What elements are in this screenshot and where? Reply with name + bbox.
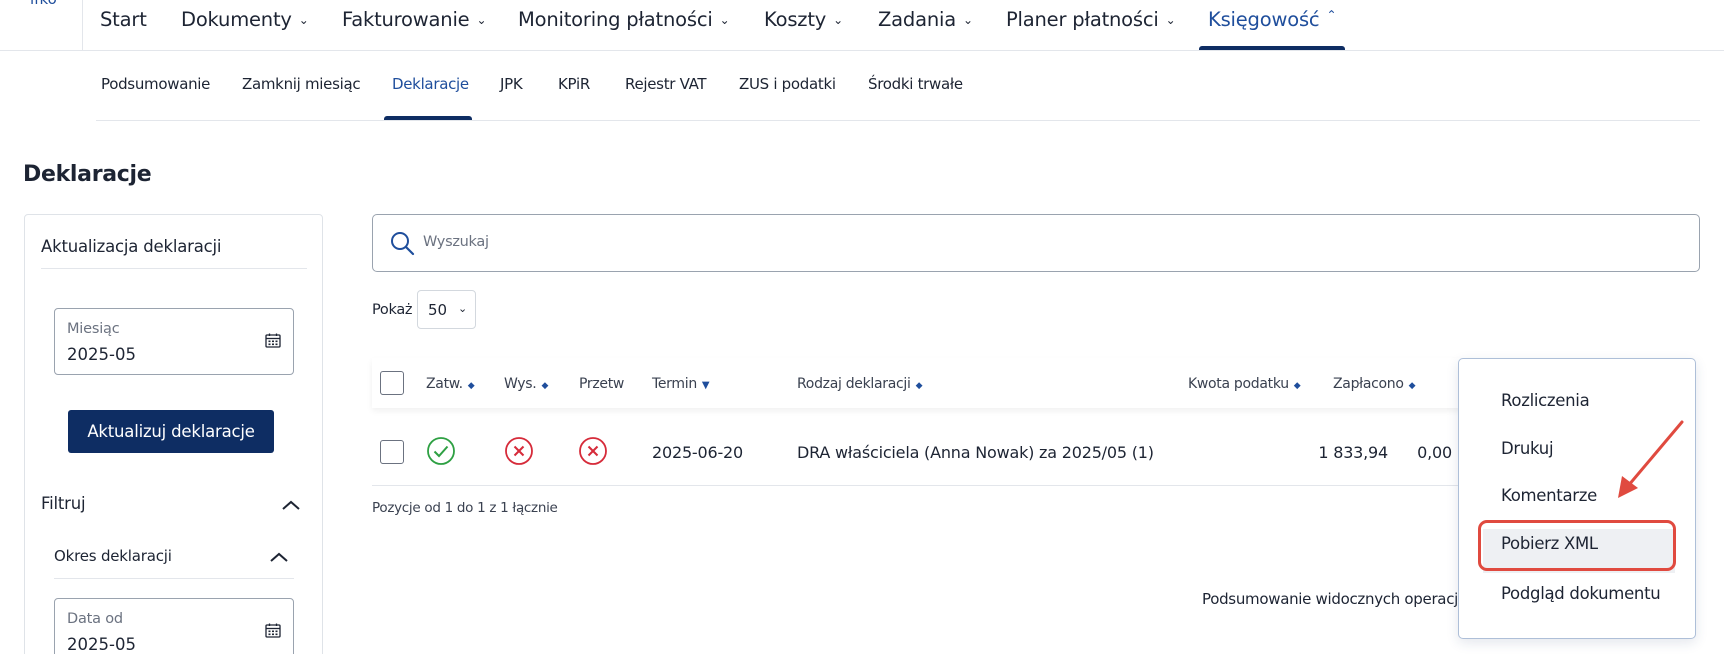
- menu-item-rozliczenia[interactable]: Rozliczenia: [1501, 391, 1590, 410]
- chevron-up-icon: ⌃: [1326, 8, 1337, 22]
- nav-active-indicator: [1199, 46, 1345, 50]
- tab-podsumowanie[interactable]: Podsumowanie: [101, 75, 210, 93]
- chevron-up-icon[interactable]: [269, 551, 289, 563]
- page-size-select[interactable]: 50 ⌄: [417, 290, 476, 329]
- page-size-label: Pokaż: [372, 302, 413, 318]
- x-circle-icon: [505, 437, 533, 465]
- column-header-processed[interactable]: Przetw: [579, 376, 624, 392]
- cell-declaration-type: DRA właściciela (Anna Nowak) za 2025/05 …: [797, 443, 1154, 462]
- cell-paid: 0,00: [1417, 443, 1452, 462]
- menu-item-podglad-dokumentu[interactable]: Podgląd dokumentu: [1501, 584, 1661, 603]
- date-from-field-label: Data od: [67, 611, 123, 627]
- column-header-approved[interactable]: Zatw. ◆: [426, 376, 475, 392]
- row-checkbox[interactable]: [380, 440, 404, 464]
- search-icon: [391, 232, 415, 256]
- page-size-value: 50: [428, 301, 448, 319]
- update-declarations-button[interactable]: Aktualizuj deklaracje: [68, 410, 274, 453]
- column-header-paid[interactable]: Zapłacono ◆: [1333, 376, 1416, 392]
- search-placeholder: Wyszukaj: [423, 234, 489, 250]
- sort-icon: ◆: [541, 381, 549, 391]
- column-header-type[interactable]: Rodzaj deklaracji ◆: [797, 376, 923, 392]
- column-header-tax-amount[interactable]: Kwota podatku ◆: [1188, 376, 1301, 392]
- check-circle-icon: [427, 437, 455, 465]
- sort-icon: ◆: [1408, 381, 1416, 391]
- nav-item-ksiegowosc[interactable]: Księgowość ⌃: [1208, 8, 1336, 51]
- nav-item-dokumenty[interactable]: Dokumenty ⌄: [181, 8, 309, 51]
- nav-item-koszty[interactable]: Koszty ⌄: [764, 8, 843, 51]
- sort-desc-icon: ▼: [701, 380, 710, 391]
- nav-item-fakturowanie[interactable]: Fakturowanie ⌄: [342, 8, 487, 51]
- update-section-title: Aktualizacja deklaracji: [41, 237, 222, 256]
- chevron-up-icon[interactable]: [281, 499, 301, 511]
- cell-deadline: 2025-06-20: [652, 443, 743, 462]
- page-title: Deklaracje: [23, 162, 152, 187]
- table-row[interactable]: 2025-06-20 DRA właściciela (Anna Nowak) …: [372, 418, 1462, 486]
- sort-icon: ◆: [915, 381, 923, 391]
- tab-srodki-trwale[interactable]: Środki trwałe: [868, 75, 963, 93]
- calendar-icon[interactable]: [265, 623, 281, 638]
- tab-jpk[interactable]: JPK: [500, 75, 523, 93]
- nav-item-start[interactable]: Start: [100, 8, 147, 51]
- annotation-highlight-box: [1478, 520, 1676, 571]
- nav-item-zadania[interactable]: Zadania ⌄: [878, 8, 973, 51]
- pagination-info: Pozycje od 1 do 1 z 1 łącznie: [372, 500, 558, 516]
- chevron-down-icon: ⌄: [719, 13, 730, 27]
- main-navigation: Start Dokumenty ⌄ Fakturowanie ⌄ Monitorin…: [0, 0, 1724, 51]
- menu-item-drukuj[interactable]: Drukuj: [1501, 439, 1554, 458]
- table-header: Zatw. ◆ Wys. ◆ Przetw Termin ▼ Rodzaj dekla…: [372, 358, 1462, 408]
- subnav-active-indicator: [384, 116, 472, 120]
- tab-zamknij-miesiac[interactable]: Zamknij miesiąc: [242, 75, 361, 93]
- chevron-down-icon: ⌄: [962, 13, 973, 27]
- date-from-field-value: 2025-05: [67, 635, 136, 654]
- filter-label: Filtruj: [41, 494, 86, 513]
- cell-tax-amount: 1 833,94: [1318, 443, 1388, 462]
- select-all-checkbox[interactable]: [380, 371, 404, 395]
- nav-item-planer[interactable]: Planer płatności ⌄: [1006, 8, 1176, 51]
- calendar-icon[interactable]: [265, 333, 281, 348]
- month-field-label: Miesiąc: [67, 321, 120, 337]
- x-circle-icon: [579, 437, 607, 465]
- chevron-down-icon: ⌄: [833, 13, 843, 27]
- month-field[interactable]: Miesiąc 2025-05: [54, 308, 294, 375]
- month-field-value: 2025-05: [67, 345, 136, 364]
- chevron-down-icon: ⌄: [458, 302, 468, 315]
- annotation-arrow-icon: [1618, 420, 1684, 498]
- tab-rejestr-vat[interactable]: Rejestr VAT: [625, 75, 707, 93]
- nav-item-monitoring[interactable]: Monitoring płatności ⌄: [518, 8, 730, 51]
- sub-navigation: Podsumowanie Zamknij miesiąc Deklaracje …: [96, 51, 1700, 121]
- column-header-deadline[interactable]: Termin ▼: [652, 376, 710, 392]
- date-from-field[interactable]: Data od 2025-05: [54, 598, 294, 654]
- sort-icon: ◆: [467, 381, 475, 391]
- tab-kpir[interactable]: KPiR: [558, 75, 590, 93]
- search-input[interactable]: Wyszukaj: [372, 214, 1700, 272]
- column-header-sent[interactable]: Wys. ◆: [504, 376, 548, 392]
- chevron-down-icon: ⌄: [298, 13, 309, 27]
- chevron-down-icon: ⌄: [1165, 13, 1176, 27]
- sort-icon: ◆: [1293, 381, 1301, 391]
- declaration-period-label: Okres deklaracji: [54, 547, 172, 565]
- chevron-down-icon: ⌄: [476, 13, 487, 27]
- tab-deklaracje[interactable]: Deklaracje: [392, 75, 469, 93]
- menu-item-komentarze[interactable]: Komentarze: [1501, 486, 1597, 505]
- declarations-sidebar: Aktualizacja deklaracji Miesiąc 2025-05 …: [24, 214, 323, 654]
- visible-operations-summary: Podsumowanie widocznych operacji: [1202, 590, 1462, 608]
- tab-zus-i-podatki[interactable]: ZUS i podatki: [739, 75, 836, 93]
- divider: [41, 268, 307, 269]
- divider: [54, 578, 294, 579]
